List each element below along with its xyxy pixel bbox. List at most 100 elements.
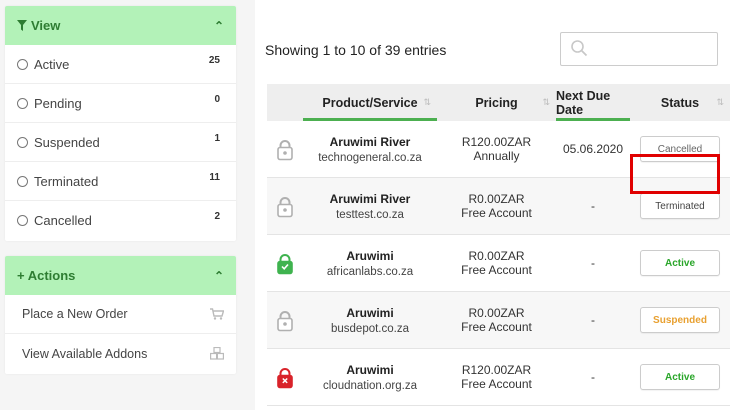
column-header-product[interactable]: Product/Service ⇅ [303,84,437,121]
view-panel: View ⌃ Active 25 Pending 0 Suspended 1 T… [5,6,236,241]
product-cell: Aruwimi River technogeneral.co.za [303,121,437,177]
chevron-up-icon[interactable]: ⌃ [214,19,224,33]
status-cell: Active [630,349,730,405]
product-cell: Aruwimi River testtest.co.za [303,178,437,234]
billing-cycle: Annually [473,149,520,163]
column-header-label: Pricing [475,95,518,110]
pricing-cell: R0.00ZAR Free Account [437,178,556,234]
billing-cycle: Free Account [461,377,532,391]
price-amount: R120.00ZAR [461,363,532,377]
view-filter-active[interactable]: Active 25 [5,45,236,84]
pricing-cell: R120.00ZAR Annually [437,121,556,177]
status-badge[interactable]: Terminated [640,193,720,219]
column-header-label: Product/Service [322,95,418,110]
product-name: Aruwimi River [329,191,411,206]
view-filter-label: Suspended [34,134,100,150]
due-date-cell: - [591,199,595,213]
sort-icon[interactable]: ⇅ [716,97,724,108]
lock-icon [277,140,293,162]
table-row[interactable]: Aruwimi River technogeneral.co.za R120.0… [267,121,730,178]
view-filter-terminated[interactable]: Terminated 11 [5,162,236,201]
pricing-cell: R120.00ZAR Free Account [437,349,556,405]
view-panel-title-text: View [31,18,61,33]
view-panel-title: View [17,18,214,33]
view-filter-pending[interactable]: Pending 0 [5,84,236,123]
sort-icon[interactable]: ⇅ [542,97,550,108]
filter-icon [17,20,27,31]
billing-cycle: Free Account [461,206,532,220]
radio-icon[interactable] [17,58,28,70]
lock-icon [277,311,293,333]
search-icon [571,40,588,57]
status-badge[interactable]: Active [640,250,720,276]
services-table: Product/Service ⇅ Pricing ⇅ Next Due Dat… [267,84,730,406]
status-badge[interactable]: Active [640,364,720,390]
view-filter-count: 11 [209,171,220,183]
chevron-up-icon[interactable]: ⌃ [214,269,224,283]
radio-icon[interactable] [17,215,28,226]
lock-cell [267,121,303,177]
product-domain: cloudnation.org.za [323,379,417,392]
product-name: Aruwimi [346,248,394,263]
price-amount: R0.00ZAR [468,306,525,320]
radio-icon[interactable] [17,136,28,148]
view-available-addons-link[interactable]: View Available Addons [5,334,236,373]
table-header: Product/Service ⇅ Pricing ⇅ Next Due Dat… [267,84,730,121]
view-filter-count: 25 [208,54,220,66]
due-date-cell: 05.06.2020 [562,142,624,156]
price-amount: R120.00ZAR [461,135,532,149]
place-new-order-link[interactable]: Place a New Order [5,295,236,334]
pricing-cell: R0.00ZAR Free Account [437,235,556,291]
lock-cell [267,349,303,405]
view-filter-count: 1 [214,132,220,144]
table-row[interactable]: Aruwimi cloudnation.org.za R120.00ZAR Fr… [267,349,730,406]
table-row[interactable]: Aruwimi busdepot.co.za R0.00ZAR Free Acc… [267,292,730,349]
view-filter-count: 0 [214,93,220,105]
services-main: Showing 1 to 10 of 39 entries Product/Se… [255,0,730,410]
product-cell: Aruwimi busdepot.co.za [303,292,437,348]
status-cell: Suspended [630,292,730,348]
lock-cell [267,292,303,348]
lock-cell [267,178,303,234]
action-label: Place a New Order [22,307,128,321]
product-domain: testtest.co.za [336,208,404,221]
column-header-due-date[interactable]: Next Due Date [556,84,630,121]
column-header-label: Next Due Date [556,88,611,117]
column-header-pricing[interactable]: Pricing ⇅ [437,84,556,121]
product-name: Aruwimi [346,305,394,320]
view-panel-header[interactable]: View ⌃ [5,6,236,45]
billing-cycle: Free Account [461,320,532,334]
view-filter-cancelled[interactable]: Cancelled 2 [5,201,236,240]
column-header-label: Status [660,95,700,110]
status-badge[interactable]: Cancelled [640,136,720,162]
product-domain: technogeneral.co.za [318,151,422,164]
radio-icon[interactable] [17,97,28,109]
view-filter-label: Pending [34,95,82,111]
table-row[interactable]: Aruwimi River testtest.co.za R0.00ZAR Fr… [267,178,730,235]
due-date-cell: - [591,313,595,327]
actions-panel: + Actions ⌃ Place a New Order View Avail… [5,256,236,374]
table-row[interactable]: Aruwimi africanlabs.co.za R0.00ZAR Free … [267,235,730,292]
view-filter-suspended[interactable]: Suspended 1 [5,123,236,162]
status-badge[interactable]: Suspended [640,307,720,333]
product-name: Aruwimi River [329,134,411,149]
lock-icon [277,254,293,276]
entries-info: Showing 1 to 10 of 39 entries [265,42,447,58]
view-filter-label: Terminated [34,173,99,189]
product-domain: busdepot.co.za [330,322,409,335]
price-amount: R0.00ZAR [468,192,525,206]
column-header-status[interactable]: Status ⇅ [630,84,730,121]
column-header-icon [267,84,303,121]
product-domain: africanlabs.co.za [326,265,414,278]
lock-cell [267,235,303,291]
cubes-icon [210,347,224,360]
radio-icon[interactable] [17,175,28,187]
view-filter-count: 2 [214,211,220,222]
actions-panel-title: + Actions [17,268,76,283]
view-filter-label: Active [34,56,70,72]
actions-panel-header[interactable]: + Actions ⌃ [5,256,236,295]
sort-icon[interactable]: ⇅ [423,97,431,108]
search-input[interactable] [560,32,718,66]
product-cell: Aruwimi africanlabs.co.za [303,235,437,291]
billing-cycle: Free Account [461,263,532,277]
